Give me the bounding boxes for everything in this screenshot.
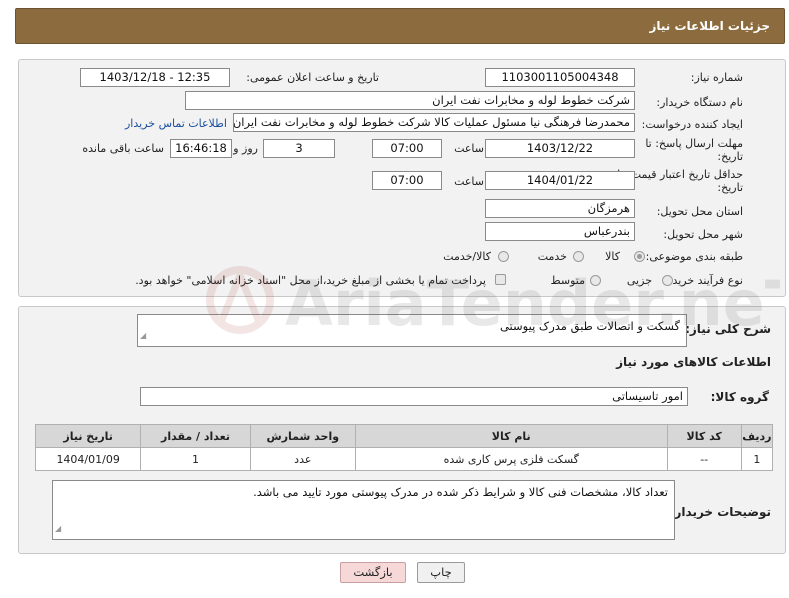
- summary-text: گسکت و اتصالات طبق مدرک پیوستی: [499, 319, 680, 333]
- buyer-label: نام دستگاه خریدار:: [656, 96, 743, 109]
- goods-table-header: ردیف کد کالا نام کالا واحد شمارش تعداد /…: [34, 424, 774, 448]
- goods-info-title: اطلاعات کالاهای مورد نیاز: [616, 355, 771, 369]
- process-radio-minor[interactable]: [662, 275, 673, 286]
- cell-goods-name: گسکت فلزی پرس کاری شده: [354, 447, 668, 471]
- need-number-field[interactable]: 1103001105004348: [485, 68, 635, 87]
- cell-row-number: 1: [740, 447, 774, 471]
- page-header: جزئیات اطلاعات نیاز: [15, 8, 785, 44]
- validity-date-label: تاریخ:: [717, 181, 743, 194]
- process-radio-medium[interactable]: [590, 275, 601, 286]
- category-option-goods: کالا: [605, 250, 620, 263]
- col-row-number: ردیف: [740, 424, 774, 448]
- remaining-time-field[interactable]: 16:46:18: [170, 139, 232, 158]
- buyer-contact-link[interactable]: اطلاعات تماس خریدار: [125, 117, 227, 130]
- col-unit: واحد شمارش: [249, 424, 356, 448]
- category-option-service: خدمت: [537, 250, 567, 263]
- page-title: جزئیات اطلاعات نیاز: [649, 19, 770, 33]
- cell-quantity: 1: [140, 447, 251, 471]
- validity-label: حداقل تاریخ اعتبار قیمت: تا: [617, 168, 743, 181]
- summary-textarea[interactable]: گسکت و اتصالات طبق مدرک پیوستی ◢: [137, 314, 687, 347]
- creator-field[interactable]: محمدرضا فرهنگی نیا مسئول عملیات کالا شرک…: [233, 113, 635, 132]
- city-label: شهر محل تحویل:: [663, 228, 743, 241]
- buyer-notes-label: توضیحات خریدار:: [669, 505, 771, 519]
- remaining-label: ساعت باقی مانده: [82, 142, 164, 155]
- cell-unit: عدد: [249, 447, 356, 471]
- treasury-payment-checkbox[interactable]: [495, 274, 506, 285]
- print-button[interactable]: چاپ: [417, 562, 465, 583]
- category-radio-goods-service[interactable]: [498, 251, 509, 262]
- category-label: طبقه بندی موضوعی:: [645, 250, 743, 263]
- cell-need-date: 1404/01/09: [34, 447, 142, 471]
- validity-time-field[interactable]: 07:00: [372, 171, 442, 190]
- deadline-time-label: ساعت: [454, 142, 484, 155]
- goods-group-field[interactable]: امور تاسیساتی: [140, 387, 688, 406]
- process-option-minor: جزیی: [626, 274, 652, 287]
- validity-time-label: ساعت: [454, 175, 484, 188]
- announce-label: تاریخ و ساعت اعلان عمومی:: [246, 71, 379, 84]
- province-label: استان محل تحویل:: [656, 205, 743, 218]
- resize-grip-icon[interactable]: ◢: [55, 521, 61, 537]
- summary-label: شرح کلی نیاز:: [685, 322, 771, 336]
- buyer-field[interactable]: شرکت خطوط لوله و مخابرات نفت ایران: [185, 91, 635, 110]
- need-number-label: شماره نیاز:: [690, 71, 743, 84]
- goods-table: ردیف کد کالا نام کالا واحد شمارش تعداد /…: [34, 424, 774, 471]
- treasury-payment-note: پرداخت تمام یا بخشی از مبلغ خرید،از محل …: [135, 274, 486, 287]
- process-label: نوع فرآیند خرید :: [665, 274, 743, 287]
- city-field[interactable]: بندرعباس: [485, 222, 635, 241]
- days-label: روز و: [233, 142, 258, 155]
- category-radio-service[interactable]: [573, 251, 584, 262]
- deadline-date-label: تاریخ:: [717, 150, 743, 163]
- province-field[interactable]: هرمزگان: [485, 199, 635, 218]
- col-goods-code: کد کالا: [666, 424, 742, 448]
- announce-field[interactable]: 1403/12/18 - 12:35: [80, 68, 230, 87]
- col-quantity: تعداد / مقدار: [140, 424, 251, 448]
- resize-grip-icon[interactable]: ◢: [140, 328, 146, 344]
- deadline-date-field[interactable]: 1403/12/22: [485, 139, 635, 158]
- table-row: 1 -- گسکت فلزی پرس کاری شده عدد 1 1404/0…: [34, 447, 774, 471]
- goods-group-label: گروه کالا:: [710, 390, 769, 404]
- validity-date-field[interactable]: 1404/01/22: [485, 171, 635, 190]
- deadline-time-field[interactable]: 07:00: [372, 139, 442, 158]
- back-button[interactable]: بازگشت: [340, 562, 406, 583]
- col-goods-name: نام کالا: [354, 424, 668, 448]
- days-field[interactable]: 3: [263, 139, 335, 158]
- process-option-medium: متوسط: [550, 274, 585, 287]
- buyer-notes-textarea[interactable]: تعداد کالا، مشخصات فنی کالا و شرایط ذکر …: [52, 480, 675, 540]
- buyer-notes-text: تعداد کالا، مشخصات فنی کالا و شرایط ذکر …: [253, 485, 668, 499]
- cell-goods-code: --: [666, 447, 742, 471]
- category-option-goods-service: کالا/خدمت: [443, 250, 491, 263]
- col-need-date: تاریخ نیاز: [34, 424, 142, 448]
- deadline-label: مهلت ارسال پاسخ: تا: [645, 137, 743, 150]
- category-radio-goods[interactable]: [634, 251, 645, 262]
- creator-label: ایجاد کننده درخواست:: [641, 118, 743, 131]
